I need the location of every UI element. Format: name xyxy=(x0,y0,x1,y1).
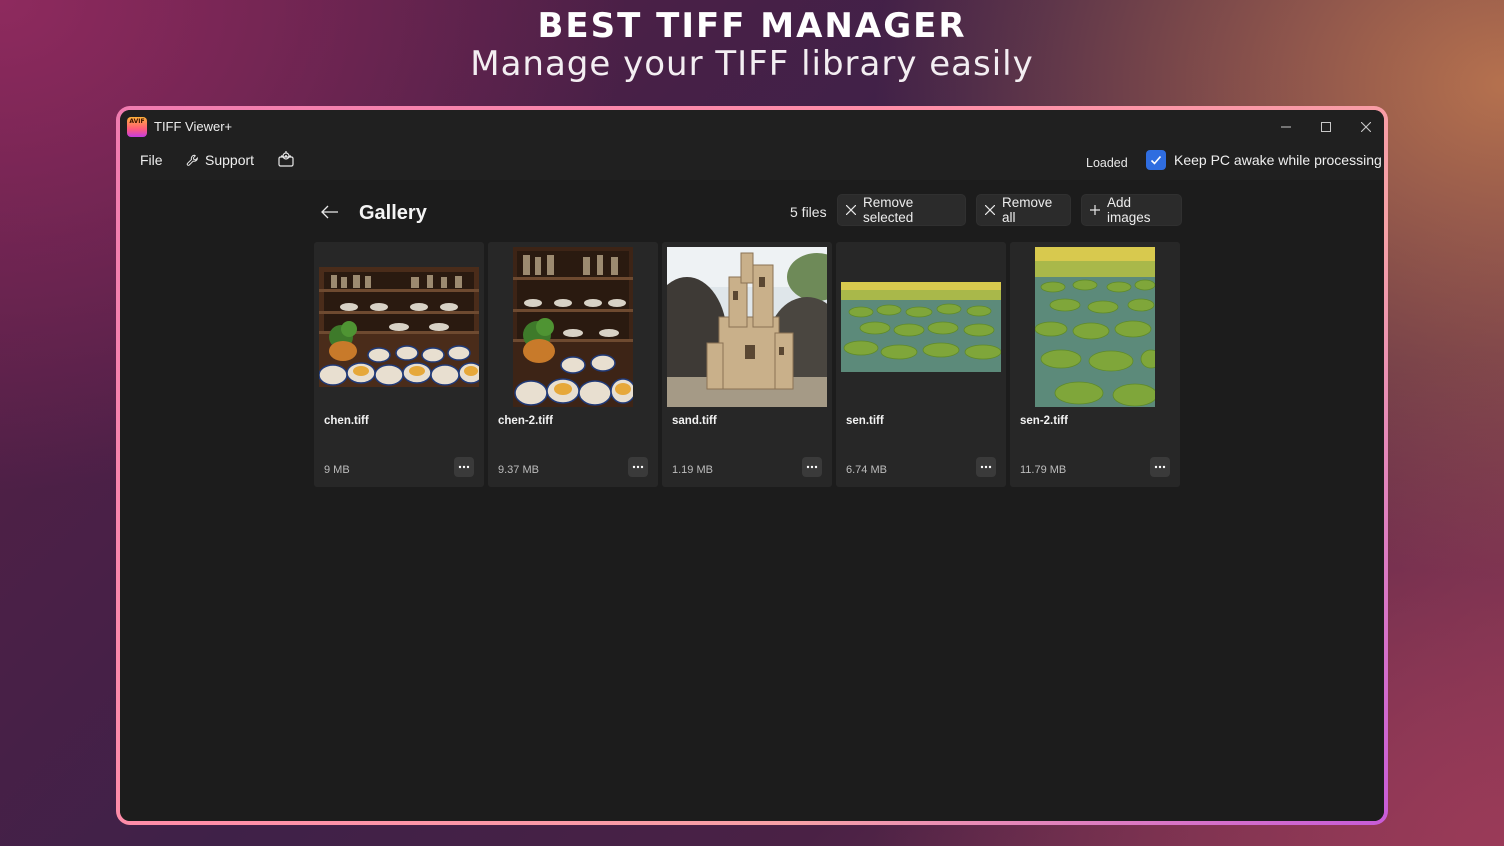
gallery-card[interactable]: chen-2.tiff 9.37 MB xyxy=(488,242,658,487)
remove-selected-label: Remove selected xyxy=(863,195,914,225)
ellipsis-icon xyxy=(458,465,470,469)
app-logo-text: AVIF xyxy=(129,118,145,125)
checkmark-icon xyxy=(1150,155,1162,165)
file-size: 6.74 MB xyxy=(846,464,887,476)
lily-pads-image xyxy=(841,282,1001,372)
more-options-button[interactable] xyxy=(628,457,648,477)
remove-selected-button[interactable]: Remove selected xyxy=(837,194,966,226)
plus-icon xyxy=(1090,205,1100,215)
thumbnail[interactable] xyxy=(667,247,827,407)
maximize-icon xyxy=(1321,122,1331,132)
add-images-label: Add images xyxy=(1107,195,1151,225)
app-logo-icon: AVIF xyxy=(127,117,147,137)
menu-support-label: Support xyxy=(205,152,255,168)
ellipsis-icon xyxy=(806,465,818,469)
file-name: chen-2.tiff xyxy=(498,415,553,427)
gallery-card[interactable]: sand.tiff 1.19 MB xyxy=(662,242,832,487)
more-options-button[interactable] xyxy=(454,457,474,477)
file-count: 5 files xyxy=(790,204,827,220)
minimize-icon xyxy=(1281,126,1291,128)
wrench-icon xyxy=(186,154,198,166)
settings-gear-icon xyxy=(278,151,294,167)
minimize-button[interactable] xyxy=(1266,110,1306,144)
ellipsis-icon xyxy=(1154,465,1166,469)
close-button[interactable] xyxy=(1346,110,1384,144)
page-title: Gallery xyxy=(359,202,427,224)
pottery-shelf-portrait-image xyxy=(513,247,633,407)
close-icon xyxy=(1361,122,1371,132)
settings-button[interactable] xyxy=(277,150,295,168)
menu-bar: File Support Loaded Keep PC awake while … xyxy=(120,144,1384,180)
thumbnail[interactable] xyxy=(319,247,479,407)
file-size: 9.37 MB xyxy=(498,464,539,476)
thumbnail[interactable] xyxy=(493,247,653,407)
file-name: chen.tiff xyxy=(324,415,369,427)
pottery-shelf-image xyxy=(319,267,479,387)
x-icon xyxy=(846,205,856,215)
ellipsis-icon xyxy=(632,465,644,469)
more-options-button[interactable] xyxy=(976,457,996,477)
thumbnail[interactable] xyxy=(841,247,1001,407)
add-images-button[interactable]: Add images xyxy=(1081,194,1182,226)
file-size: 11.79 MB xyxy=(1020,464,1067,476)
file-name: sen.tiff xyxy=(846,415,884,427)
gallery-card[interactable]: chen.tiff 9 MB xyxy=(314,242,484,487)
gallery-card[interactable]: sen-2.tiff 11.79 MB xyxy=(1010,242,1180,487)
back-button[interactable] xyxy=(316,198,344,226)
maximize-button[interactable] xyxy=(1306,110,1346,144)
app-window-frame: AVIF TIFF Viewer+ File Support Loaded Ke… xyxy=(116,106,1388,825)
app-window: AVIF TIFF Viewer+ File Support Loaded Ke… xyxy=(120,110,1384,821)
title-bar[interactable]: AVIF TIFF Viewer+ xyxy=(120,110,1384,144)
file-size: 9 MB xyxy=(324,464,350,476)
ellipsis-icon xyxy=(980,465,992,469)
keep-awake-checkbox[interactable] xyxy=(1146,150,1166,170)
arrow-left-icon xyxy=(321,205,338,219)
thumbnail[interactable] xyxy=(1015,247,1175,407)
x-icon xyxy=(985,205,995,215)
gallery-page: Gallery 5 files Remove selected Remove a… xyxy=(120,180,1384,821)
file-name: sen-2.tiff xyxy=(1020,415,1068,427)
gallery-card[interactable]: sen.tiff 6.74 MB xyxy=(836,242,1006,487)
keep-awake-label[interactable]: Keep PC awake while processing xyxy=(1174,152,1382,168)
more-options-button[interactable] xyxy=(1150,457,1170,477)
file-name: sand.tiff xyxy=(672,415,717,427)
menu-file-label: File xyxy=(140,152,163,168)
menu-support[interactable]: Support xyxy=(186,152,254,168)
more-options-button[interactable] xyxy=(802,457,822,477)
sand-castle-image xyxy=(667,247,827,407)
remove-all-label: Remove all xyxy=(1002,195,1053,225)
lily-pads-portrait-image xyxy=(1035,247,1155,407)
status-text: Loaded xyxy=(1086,156,1128,170)
promo-subtitle: Manage your TIFF library easily xyxy=(470,44,1034,84)
remove-all-button[interactable]: Remove all xyxy=(976,194,1071,226)
file-size: 1.19 MB xyxy=(672,464,713,476)
menu-file[interactable]: File xyxy=(140,152,163,168)
app-title: TIFF Viewer+ xyxy=(154,119,233,134)
promo-title: BEST TIFF MANAGER xyxy=(537,6,967,46)
